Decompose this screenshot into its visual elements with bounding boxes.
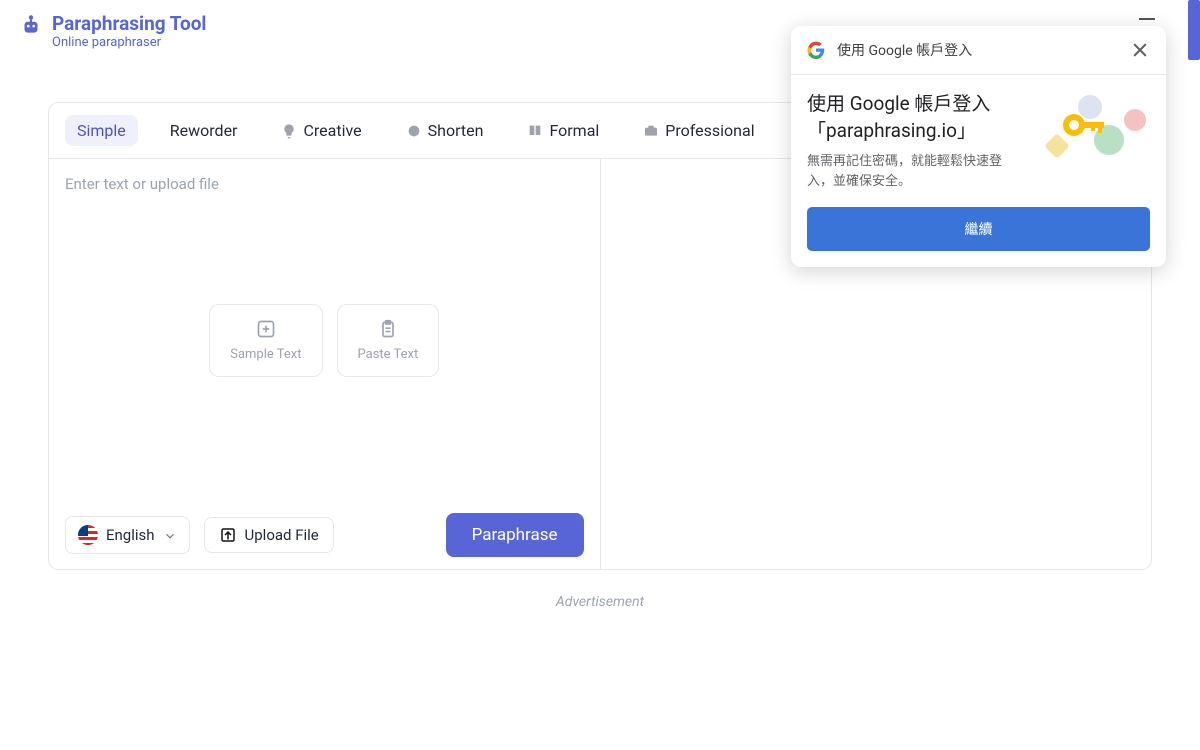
lightbulb-icon bbox=[281, 123, 297, 139]
tab-label: Reworder bbox=[170, 121, 238, 140]
close-icon[interactable] bbox=[1130, 40, 1150, 60]
book-icon bbox=[527, 123, 543, 139]
helper-label: Sample Text bbox=[230, 347, 301, 362]
plus-square-icon bbox=[256, 319, 276, 339]
language-selector[interactable]: English bbox=[65, 516, 190, 554]
robot-icon bbox=[18, 12, 44, 38]
flag-us-icon bbox=[78, 525, 98, 545]
upload-label: Upload File bbox=[245, 526, 319, 544]
input-toolbar: English Upload File Paraphrase bbox=[49, 501, 600, 569]
paste-text-button[interactable]: Paste Text bbox=[336, 304, 439, 377]
logo-subtitle: Online paraphraser bbox=[52, 35, 206, 50]
google-signin-popup: 使用 Google 帳戶登入 使用 Google 帳戶登入「paraphrasi… bbox=[791, 26, 1166, 267]
clipboard-icon bbox=[378, 319, 398, 339]
upload-icon bbox=[219, 526, 237, 544]
sample-text-button[interactable]: Sample Text bbox=[209, 304, 322, 377]
minimize-icon[interactable] bbox=[1139, 18, 1155, 20]
upload-file-button[interactable]: Upload File bbox=[204, 517, 334, 553]
tab-label: Shorten bbox=[428, 121, 484, 140]
logo[interactable]: Paraphrasing Tool Online paraphraser bbox=[18, 12, 206, 50]
tab-creative[interactable]: Creative bbox=[269, 115, 373, 146]
popup-header-text: 使用 Google 帳戶登入 bbox=[837, 40, 972, 60]
popup-title: 使用 Google 帳戶登入「paraphrasing.io」 bbox=[807, 91, 1018, 144]
paraphrase-button[interactable]: Paraphrase bbox=[446, 513, 584, 557]
tab-label: Formal bbox=[549, 121, 599, 140]
compress-icon bbox=[406, 123, 422, 139]
helper-label: Paste Text bbox=[357, 347, 418, 362]
tab-shorten[interactable]: Shorten bbox=[394, 115, 496, 146]
continue-button[interactable]: 繼續 bbox=[807, 207, 1150, 251]
chevron-down-icon bbox=[163, 528, 177, 542]
language-name: English bbox=[106, 526, 155, 544]
popup-description: 無需再記住密碼，就能輕鬆快速登入，並確保安全。 bbox=[807, 152, 1018, 191]
tab-label: Simple bbox=[77, 121, 126, 140]
briefcase-icon bbox=[643, 123, 659, 139]
tab-formal[interactable]: Formal bbox=[515, 115, 611, 146]
tab-professional[interactable]: Professional bbox=[631, 115, 766, 146]
tab-label: Professional bbox=[665, 121, 754, 140]
tab-reworder[interactable]: Reworder bbox=[158, 115, 250, 146]
logo-title: Paraphrasing Tool bbox=[52, 12, 206, 35]
google-logo-icon bbox=[807, 41, 825, 59]
key-illustration bbox=[1030, 91, 1150, 166]
tab-label: Creative bbox=[303, 121, 361, 140]
scrollbar-thumb[interactable] bbox=[1188, 0, 1200, 60]
tab-simple[interactable]: Simple bbox=[65, 115, 138, 146]
advertisement-label: Advertisement bbox=[0, 594, 1200, 610]
input-panel: Sample Text Paste Text English Up bbox=[49, 159, 601, 569]
